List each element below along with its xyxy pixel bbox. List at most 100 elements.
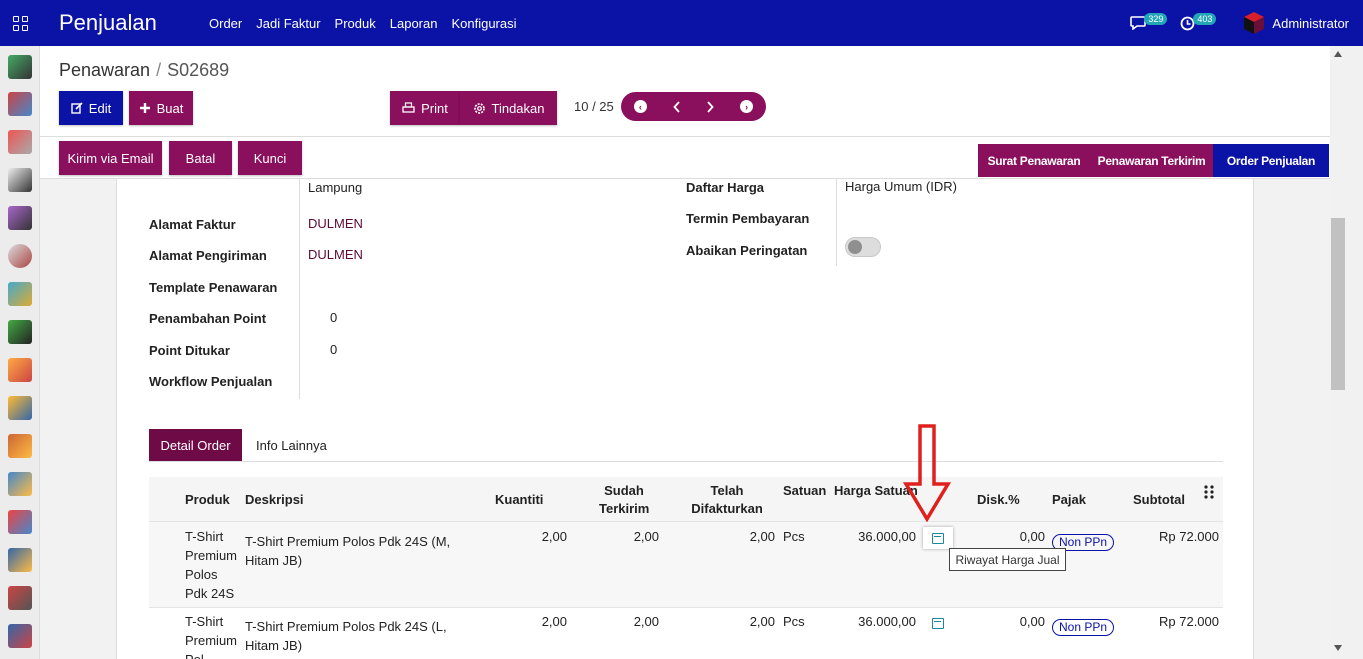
row-description: T-Shirt Premium Polos Pdk 24S (L, Hitam J… — [245, 619, 447, 653]
sidebar-inventory-icon[interactable] — [8, 434, 32, 458]
top-navbar: Penjualan Order Jadi Faktur Produk Lapor… — [0, 0, 1363, 46]
row-invoiced: 2,00 — [749, 614, 775, 629]
points-redeemed-value: 0 — [330, 342, 338, 357]
messages-count-badge: 329 — [1144, 13, 1168, 25]
create-button[interactable]: Buat — [129, 91, 193, 125]
sidebar-crm-icon[interactable] — [8, 244, 32, 268]
next-icon[interactable] — [706, 100, 715, 113]
apps-menu-icon[interactable] — [0, 0, 40, 46]
ignore-warning-toggle[interactable] — [845, 237, 881, 257]
order-lines-header: Produk Deskripsi Kuantiti Sudah Terkirim… — [149, 477, 1223, 522]
print-button[interactable]: Print — [390, 91, 460, 125]
last-record-icon[interactable]: › — [740, 100, 754, 113]
column-uom[interactable]: Satuan — [783, 482, 826, 500]
control-panel: Penawaran / S02689 Edit Buat Print Tindaka… — [40, 46, 1330, 136]
scroll-down-icon[interactable] — [1333, 644, 1343, 652]
notebook-tabs: Detail Order Info Lainnya — [149, 429, 1223, 462]
menu-item-order[interactable]: Order — [209, 16, 242, 31]
sidebar-team-icon[interactable] — [8, 472, 32, 496]
table-row[interactable]: T-ShirtPremiumPol T-Shirt Premium Polos … — [149, 608, 1223, 659]
column-settings-icon[interactable] — [1204, 485, 1214, 499]
gear-icon — [473, 102, 485, 114]
shipping-address-value[interactable]: DULMEN — [308, 247, 363, 262]
scroll-up-icon[interactable] — [1333, 50, 1343, 58]
column-delivered-line2: Terkirim — [599, 501, 650, 516]
price-history-icon — [932, 533, 944, 544]
tax-tag: Non PPn — [1052, 619, 1115, 636]
first-record-icon[interactable]: ‹ — [633, 100, 647, 113]
sidebar-finance-icon[interactable] — [8, 282, 32, 306]
pricelist-value[interactable]: Harga Umum (IDR) — [845, 179, 957, 194]
price-history-icon[interactable] — [932, 618, 944, 629]
sidebar-notes-icon[interactable] — [8, 168, 32, 192]
row-unit-price: 36.000,00 — [858, 614, 916, 629]
sidebar-settings-icon[interactable] — [8, 624, 32, 648]
quotation-template-label: Template Penawaran — [149, 280, 278, 295]
main-content: Penawaran / S02689 Edit Buat Print Tindaka… — [40, 46, 1363, 659]
user-menu[interactable]: Administrator — [1242, 11, 1349, 35]
status-bar: Kirim via Email Batal Kunci Surat Penawa… — [40, 136, 1330, 179]
menu-item-configuration[interactable]: Konfigurasi — [451, 16, 516, 31]
activities-count-badge: 403 — [1193, 13, 1217, 25]
sidebar-dashboard-icon[interactable] — [8, 55, 32, 79]
row-delivered: 2,00 — [633, 529, 659, 544]
lock-button[interactable]: Kunci — [238, 141, 302, 175]
row-discount: 0,00 — [1019, 529, 1045, 544]
partial-address-line: Lampung — [308, 180, 363, 195]
user-name: Administrator — [1272, 15, 1349, 31]
previous-icon[interactable] — [672, 100, 681, 113]
sidebar-hr-icon[interactable] — [8, 358, 32, 382]
stage-quotation-sent[interactable]: Penawaran Terkirim — [1090, 144, 1213, 177]
column-delivered[interactable]: Sudah Terkirim — [599, 482, 649, 518]
sidebar-contacts-icon[interactable] — [8, 206, 32, 230]
sidebar-sales-icon[interactable] — [8, 92, 32, 116]
pager-counter[interactable]: 10 / 25 — [574, 99, 614, 114]
sidebar-delivery-icon[interactable] — [8, 396, 32, 420]
send-email-label: Kirim via Email — [67, 150, 154, 166]
column-description[interactable]: Deskripsi — [245, 491, 304, 509]
row-subtotal: Rp 72.000 — [1159, 529, 1219, 544]
menu-item-reports[interactable]: Laporan — [390, 16, 438, 31]
scrollbar-thumb[interactable] — [1331, 218, 1345, 390]
row-invoiced: 2,00 — [749, 529, 775, 544]
sidebar-pos-icon[interactable] — [8, 320, 32, 344]
invoice-address-value[interactable]: DULMEN — [308, 216, 363, 231]
sidebar-shop-icon[interactable] — [8, 510, 32, 534]
tab-other-info[interactable]: Info Lainnya — [256, 438, 327, 453]
breadcrumb-parent[interactable]: Penawaran — [59, 60, 150, 80]
row-quantity: 2,00 — [541, 529, 567, 544]
sales-workflow-label: Workflow Penjualan — [149, 374, 273, 389]
column-invoiced[interactable]: Telah Difakturkan — [691, 482, 763, 518]
column-delivered-line1: Sudah — [604, 483, 644, 498]
points-added-value: 0 — [330, 310, 338, 325]
menu-item-products[interactable]: Produk — [335, 16, 376, 31]
row-subtotal: Rp 72.000 — [1159, 614, 1219, 629]
stage-quotation[interactable]: Surat Penawaran — [978, 144, 1090, 177]
menu-item-invoicing[interactable]: Jadi Faktur — [256, 16, 320, 31]
tab-order-detail[interactable]: Detail Order — [149, 429, 242, 461]
sidebar-warehouse-icon[interactable] — [8, 548, 32, 572]
action-button-label: Tindakan — [491, 100, 545, 116]
activities-button[interactable]: 403 — [1179, 13, 1217, 30]
column-product[interactable]: Produk — [185, 491, 230, 509]
sidebar-manufacturing-icon[interactable] — [8, 586, 32, 610]
scrollbar[interactable] — [1330, 46, 1363, 659]
print-icon — [402, 102, 415, 113]
action-button[interactable]: Tindakan — [460, 91, 557, 125]
field-divider — [836, 179, 837, 266]
column-discount[interactable]: Disk.% — [977, 491, 1020, 509]
stage-sales-order[interactable]: Order Penjualan — [1213, 144, 1329, 177]
row-uom: Pcs — [783, 529, 805, 544]
company-logo-icon — [1242, 11, 1266, 35]
sidebar-calendar-icon[interactable] — [8, 130, 32, 154]
edit-button[interactable]: Edit — [59, 91, 123, 125]
column-invoiced-line1: Telah — [710, 483, 744, 498]
shipping-address-label: Alamat Pengiriman — [149, 248, 267, 263]
messages-button[interactable]: 329 — [1130, 13, 1168, 30]
send-email-button[interactable]: Kirim via Email — [59, 141, 162, 175]
column-tax[interactable]: Pajak — [1052, 491, 1086, 509]
column-subtotal[interactable]: Subtotal — [1133, 491, 1185, 509]
cancel-button[interactable]: Batal — [169, 141, 232, 175]
column-quantity[interactable]: Kuantiti — [495, 491, 543, 509]
price-history-button[interactable] — [923, 527, 953, 549]
